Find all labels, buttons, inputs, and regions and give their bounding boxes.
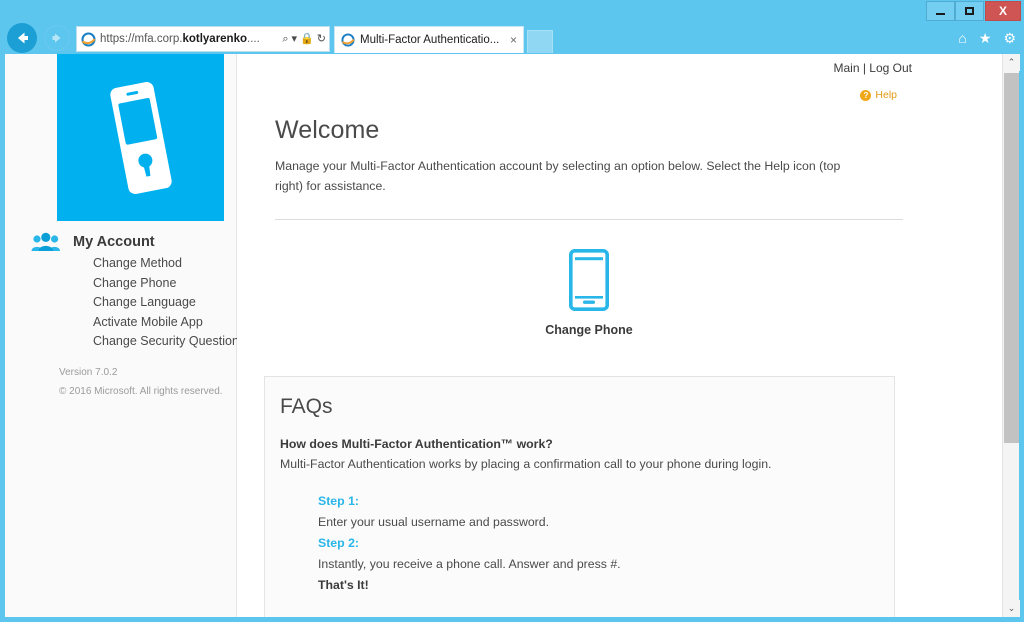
sidebar-item-change-phone[interactable]: Change Phone bbox=[93, 274, 245, 294]
sidebar-item-change-method[interactable]: Change Method bbox=[93, 254, 245, 274]
home-icon[interactable]: ⌂ bbox=[958, 30, 966, 46]
intro-text: Manage your Multi-Factor Authentication … bbox=[275, 159, 841, 193]
browser-navigation-bar: https://mfa.corp.kotlyarenko.... ⌕ ▾ 🔒 ↻… bbox=[0, 22, 1024, 54]
back-arrow-icon bbox=[18, 32, 28, 44]
scrollbar-thumb[interactable] bbox=[1004, 73, 1019, 443]
top-navigation-links: Main | Log Out bbox=[833, 61, 912, 75]
step-1-body: Enter your usual username and password. bbox=[318, 515, 550, 529]
sidebar: My Account Change Method Change Phone Ch… bbox=[5, 54, 245, 617]
refresh-icon[interactable]: ↻ bbox=[317, 32, 326, 46]
page-title: Welcome bbox=[275, 116, 380, 144]
vertical-scrollbar[interactable]: ⌃ ⌄ bbox=[1002, 54, 1020, 617]
settings-gear-icon[interactable]: ⚙ bbox=[1003, 30, 1016, 46]
change-phone-tile-label: Change Phone bbox=[545, 323, 633, 337]
sidebar-menu: Change Method Change Phone Change Langua… bbox=[93, 254, 245, 352]
browser-toolbar-icons: ⌂ ★ ⚙ bbox=[958, 30, 1016, 46]
lock-icon[interactable]: 🔒 bbox=[300, 32, 314, 46]
ie-favicon-icon bbox=[81, 31, 96, 47]
help-icon: ? bbox=[860, 89, 872, 101]
step-2-head: Step 2: bbox=[318, 536, 359, 550]
close-button[interactable]: X bbox=[985, 1, 1021, 21]
account-heading-row: My Account bbox=[31, 232, 155, 252]
minimize-icon bbox=[936, 12, 945, 15]
chevron-down-icon[interactable]: ▾ bbox=[292, 32, 298, 46]
back-button[interactable] bbox=[7, 23, 37, 53]
favorites-star-icon[interactable]: ★ bbox=[979, 30, 992, 46]
title-bar: X bbox=[0, 0, 1024, 22]
new-tab-button[interactable] bbox=[527, 30, 553, 53]
faq-steps: Step 1: Enter your usual username and pa… bbox=[318, 491, 874, 596]
change-phone-tile[interactable]: Change Phone bbox=[545, 249, 633, 337]
url-text: https://mfa.corp.kotlyarenko.... bbox=[100, 33, 260, 45]
help-link[interactable]: ? Help bbox=[860, 89, 897, 101]
main-content: Main | Log Out ? Help Welcome Manage you… bbox=[237, 54, 1019, 617]
forward-button[interactable] bbox=[44, 25, 70, 51]
divider bbox=[275, 219, 903, 220]
minimize-button[interactable] bbox=[926, 1, 955, 21]
step-1-head: Step 1: bbox=[318, 494, 359, 508]
page-viewport: My Account Change Method Change Phone Ch… bbox=[5, 54, 1019, 617]
version-text: Version 7.0.2 bbox=[59, 367, 118, 378]
sidebar-item-change-security-questions[interactable]: Change Security Questions bbox=[93, 332, 245, 352]
faq-title: FAQs bbox=[280, 395, 333, 418]
forward-arrow-icon bbox=[52, 33, 61, 43]
mfa-phone-lock-logo bbox=[57, 54, 224, 221]
logout-link[interactable]: Log Out bbox=[869, 61, 912, 75]
people-icon bbox=[31, 232, 60, 251]
main-link[interactable]: Main bbox=[833, 61, 859, 75]
address-bar[interactable]: https://mfa.corp.kotlyarenko.... ⌕ ▾ 🔒 ↻ bbox=[76, 26, 330, 52]
scroll-down-icon[interactable]: ⌄ bbox=[1003, 600, 1020, 617]
tab-favicon-icon bbox=[341, 33, 355, 47]
option-tiles: Change Phone bbox=[275, 249, 903, 337]
faq-closing: That's It! bbox=[318, 578, 369, 592]
sidebar-item-change-language[interactable]: Change Language bbox=[93, 293, 245, 313]
account-heading: My Account bbox=[73, 234, 155, 250]
sidebar-item-activate-mobile-app[interactable]: Activate Mobile App bbox=[93, 313, 245, 333]
copyright-text: © 2016 Microsoft. All rights reserved. bbox=[59, 386, 223, 397]
tab-title: Multi-Factor Authenticatio... bbox=[360, 34, 500, 46]
maximize-icon bbox=[965, 7, 974, 16]
phone-lock-icon bbox=[109, 81, 172, 194]
faq-panel: FAQs How does Multi-Factor Authenticatio… bbox=[264, 376, 895, 617]
tab-close-icon[interactable]: × bbox=[508, 33, 519, 47]
faq-question: How does Multi-Factor Authentication™ wo… bbox=[280, 437, 553, 451]
scroll-up-icon[interactable]: ⌃ bbox=[1003, 54, 1020, 71]
faq-answer: Multi-Factor Authentication works by pla… bbox=[280, 457, 772, 471]
step-2-body: Instantly, you receive a phone call. Ans… bbox=[318, 557, 621, 571]
faq-tail-text: This simple process provides two separat… bbox=[280, 615, 874, 617]
smartphone-icon bbox=[568, 249, 609, 311]
help-label: Help bbox=[875, 89, 897, 101]
maximize-button[interactable] bbox=[955, 1, 984, 21]
browser-window: X https://mfa.corp.kotlyarenko.... ⌕ ▾ 🔒… bbox=[0, 0, 1024, 622]
nav-separator: | bbox=[859, 61, 870, 75]
search-icon[interactable]: ⌕ bbox=[282, 32, 288, 46]
browser-tab[interactable]: Multi-Factor Authenticatio... × bbox=[334, 26, 524, 53]
